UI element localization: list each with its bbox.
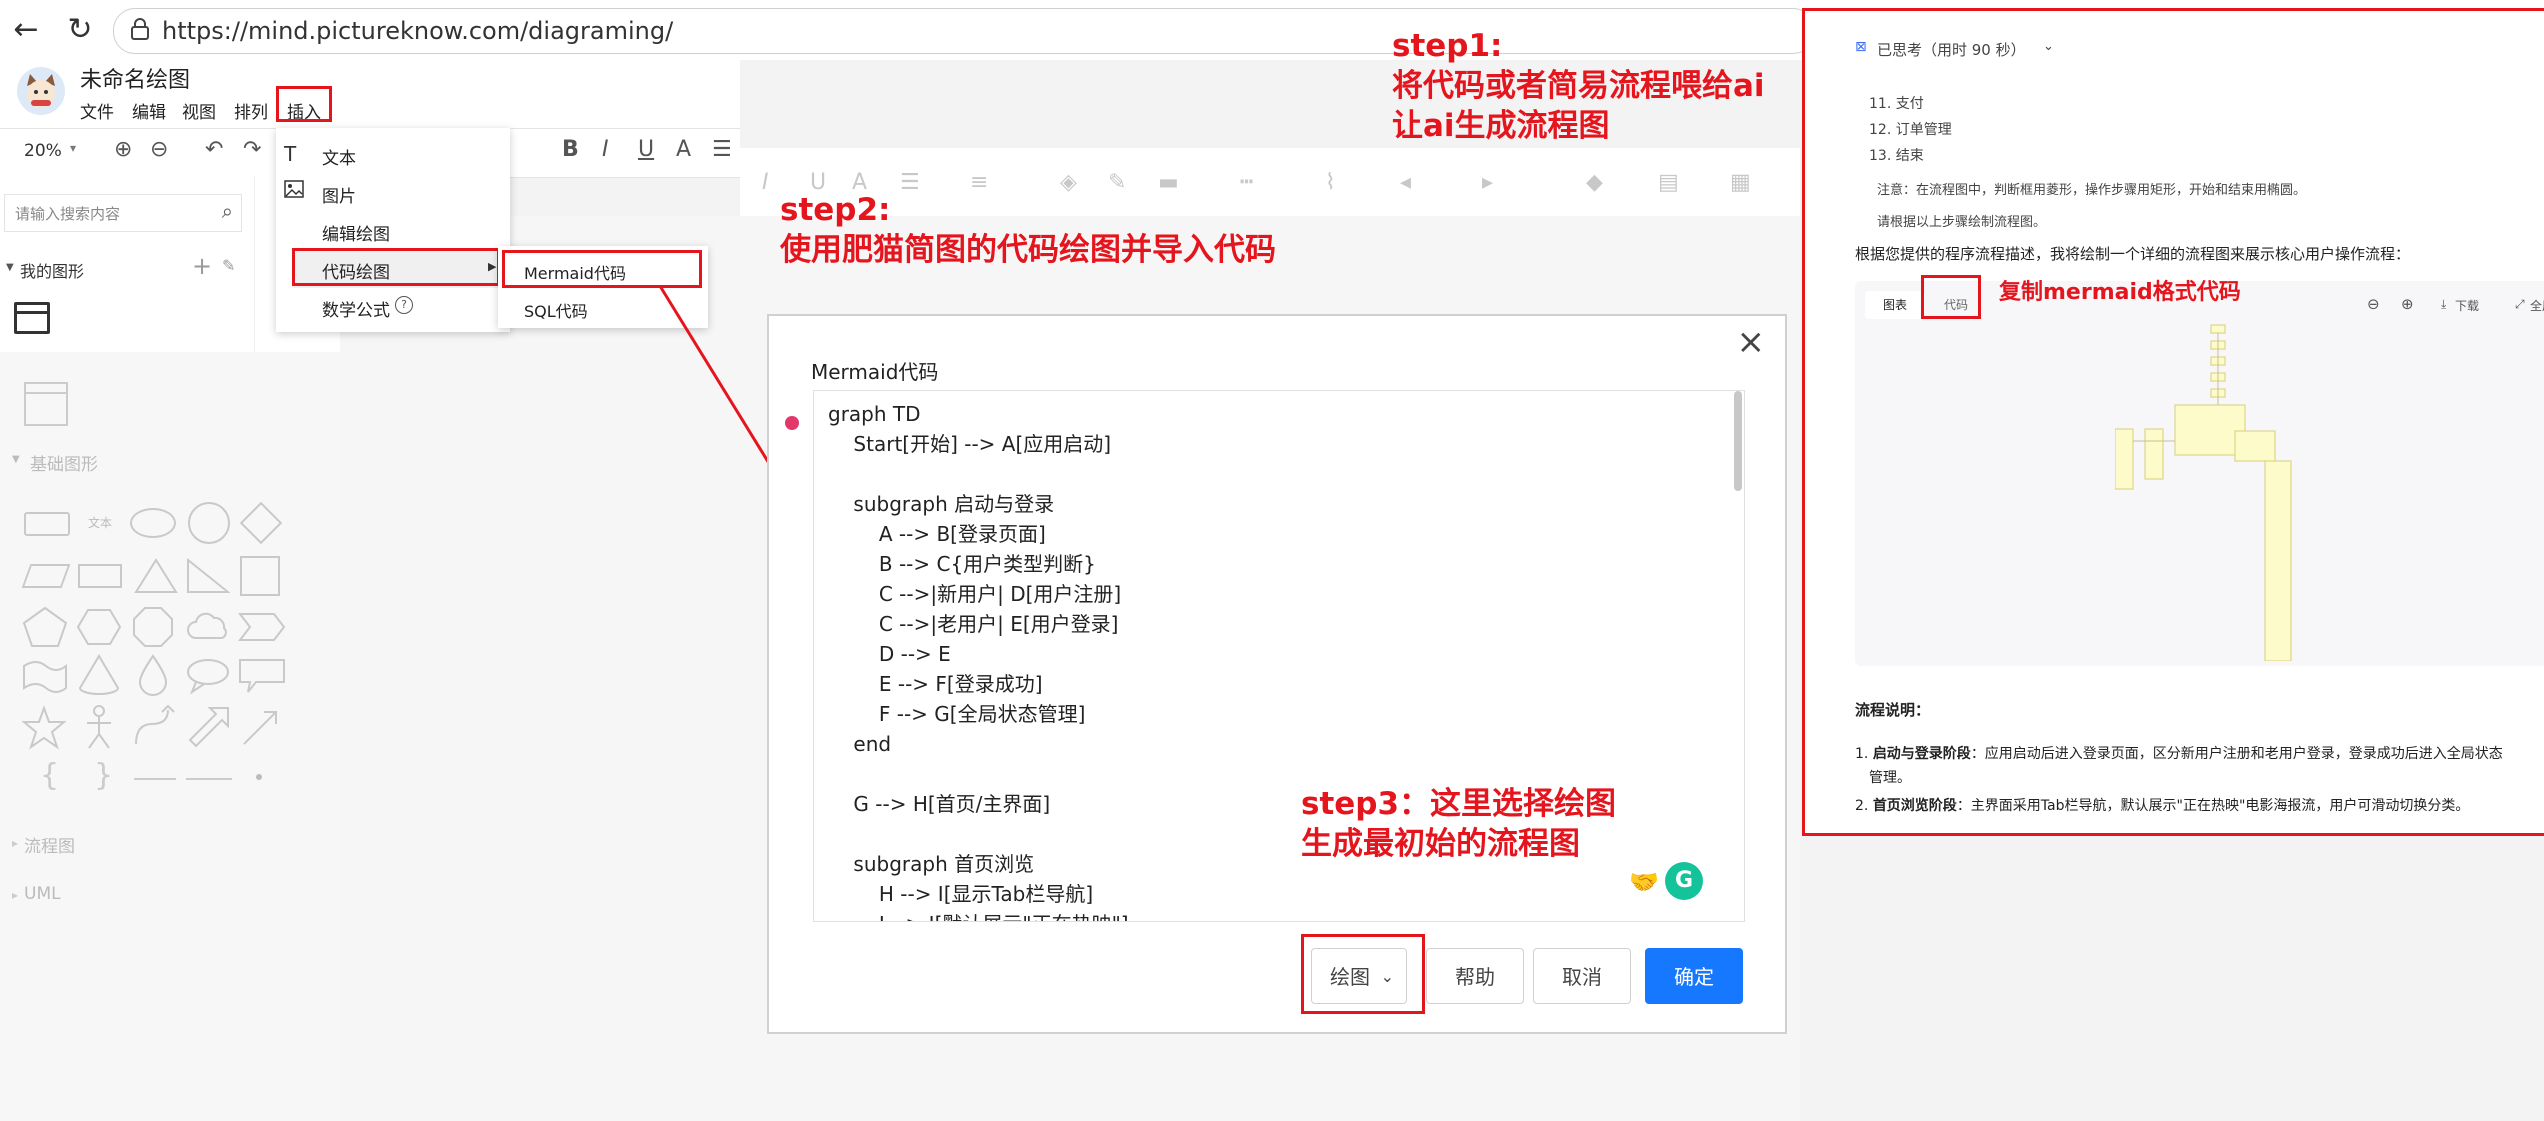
thinking-status[interactable]: 已思考（用时 90 秒） xyxy=(1877,39,2026,60)
code-line: subgraph 首页浏览 xyxy=(828,852,1035,876)
intro-text: 根据您提供的程序流程描述，我将绘制一个详细的流程图来展示核心用户操作流程： xyxy=(1855,245,2411,263)
step1-line1: 将代码或者简易流程喂给ai xyxy=(1392,68,1765,104)
fullscreen-icon[interactable]: ⤢ xyxy=(2515,297,2525,312)
grammarly-icon[interactable]: G xyxy=(1665,862,1703,900)
explain2-text: ：主界面采用Tab栏导航，默认展示"正在热映"电影海报流，用户可滑动切换分类。 xyxy=(1956,798,2470,814)
explain-item-1: 1. 启动与登录阶段：应用启动后进入登录页面，区分新用户注册和老用户登录，登录成… xyxy=(1855,746,2503,762)
step2-title: step2: xyxy=(780,192,891,228)
code-content: graph TD Start[开始] --> A[应用启动] subgraph … xyxy=(814,391,1744,921)
code-line: E --> F[登录成功] xyxy=(828,672,1043,696)
code-line: end xyxy=(828,732,892,756)
code-line: C -->|新用户| D[用户注册] xyxy=(828,582,1122,606)
mini-flowchart xyxy=(2115,324,2292,661)
list-item: 11. 支付 xyxy=(1869,96,1924,112)
code-tab-highlight-box xyxy=(1921,275,1981,319)
code-line: A --> B[登录页面] xyxy=(828,522,1046,546)
ok-button[interactable]: 确定 xyxy=(1645,948,1743,1004)
dialog-title: Mermaid代码 xyxy=(811,360,939,384)
mermaid-dialog: Mermaid代码 × graph TD Start[开始] --> A[应用启… xyxy=(767,314,1787,1034)
explain-item-2: 2. 首页浏览阶段：主界面采用Tab栏导航，默认展示"正在热映"电影海报流，用户… xyxy=(1855,798,2470,814)
code-line: subgraph 启动与登录 xyxy=(828,492,1055,516)
code-line: H --> I[显示Tab栏导航] xyxy=(828,882,1094,906)
explain1-bold: 启动与登录阶段 xyxy=(1872,746,1971,762)
download-button[interactable]: 下载 xyxy=(2455,297,2479,314)
thinking-chevron-icon[interactable]: ⌄ xyxy=(2043,39,2054,54)
zoom-out-icon[interactable]: ⊖ xyxy=(2367,295,2380,313)
step1-line2: 让ai生成流程图 xyxy=(1392,108,1610,144)
code-line: F --> G[全局状态管理] xyxy=(828,702,1086,726)
ai-chat-panel: ⊠ 已思考（用时 90 秒） ⌄ 11. 支付 12. 订单管理 13. 结束 … xyxy=(1802,8,2544,836)
code-line: D --> E xyxy=(828,642,951,666)
code-line: I --> J[默认展示"正在热映"] xyxy=(828,912,1129,921)
flowchart-preview[interactable]: 图表 代码 复制mermaid格式代码 ⊖ ⊕ ⤓ 下载 ⤢ 全屏 xyxy=(1855,275,2544,666)
code-line: B --> C{用户类型判断} xyxy=(828,552,1096,576)
zoom-in-icon[interactable]: ⊕ xyxy=(2401,295,2414,313)
note-text: 注意：在流程图中，判断框用菱形，操作步骤用矩形，开始和结束用椭圆。 xyxy=(1877,183,2307,198)
fullscreen-button[interactable]: 全屏 xyxy=(2530,297,2544,314)
explain-title: 流程说明： xyxy=(1855,701,1931,719)
download-icon[interactable]: ⤓ xyxy=(2441,297,2446,312)
code-line: Start[开始] --> A[应用启动] xyxy=(828,432,1112,456)
cancel-button[interactable]: 取消 xyxy=(1533,948,1631,1004)
step2-line1: 使用肥猫简图的代码绘图并导入代码 xyxy=(780,232,1276,268)
step1-title: step1: xyxy=(1392,28,1503,64)
tab-chart[interactable]: 图表 xyxy=(1865,291,1925,319)
code-editor[interactable]: graph TD Start[开始] --> A[应用启动] subgraph … xyxy=(813,390,1745,922)
thinking-icon: ⊠ xyxy=(1855,39,1867,55)
explain1-text: ：应用启动后进入登录页面，区分新用户注册和老用户登录，登录成功后进入全局状态 xyxy=(1970,746,2503,762)
code-line: graph TD xyxy=(828,402,921,426)
select-highlight-box xyxy=(1301,934,1425,1014)
handshake-icon[interactable]: 🤝 xyxy=(1629,868,1659,896)
copy-mermaid-note: 复制mermaid格式代码 xyxy=(1999,280,2241,305)
close-icon[interactable]: × xyxy=(1737,322,1766,362)
list-item: 13. 结束 xyxy=(1869,148,1924,164)
step3-line2: 生成最初始的流程图 xyxy=(1301,826,1580,862)
step3-line1: step3：这里选择绘图 xyxy=(1301,786,1617,822)
note-text-2: 请根据以上步骤绘制流程图。 xyxy=(1877,215,2047,230)
explain1-cont: 管理。 xyxy=(1869,770,1911,786)
list-item: 12. 订单管理 xyxy=(1869,122,1952,138)
code-line: G --> H[首页/主界面] xyxy=(828,792,1051,816)
code-line: C -->|老用户| E[用户登录] xyxy=(828,612,1119,636)
error-marker-icon xyxy=(785,416,799,430)
help-button[interactable]: 帮助 xyxy=(1426,948,1524,1004)
editor-scrollbar[interactable] xyxy=(1734,391,1742,491)
explain2-bold: 首页浏览阶段 xyxy=(1872,798,1957,814)
